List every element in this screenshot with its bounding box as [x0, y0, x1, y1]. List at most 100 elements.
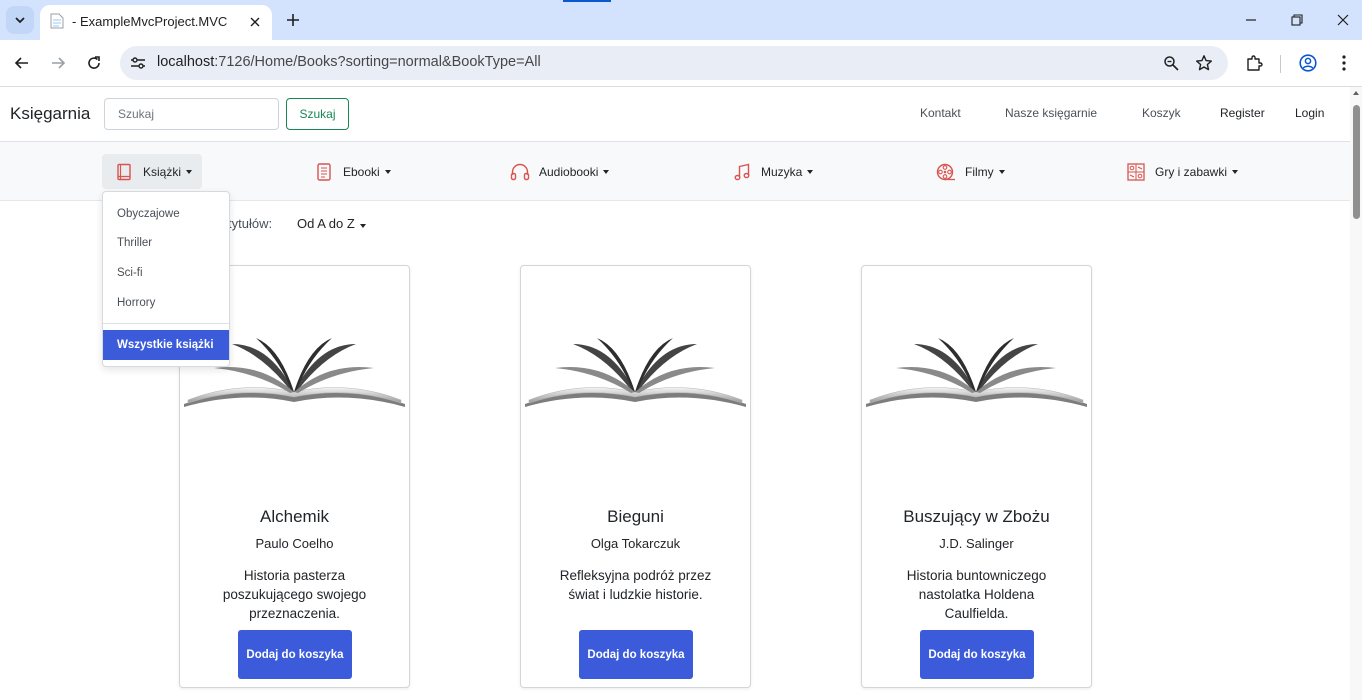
minimize-button[interactable]	[1239, 8, 1263, 32]
url-path: :7126/Home/Books?sorting=normal&BookType…	[214, 54, 541, 70]
caret-down-icon	[998, 169, 1005, 174]
caret-down-icon	[1232, 169, 1239, 174]
browser-tab-strip: - ExampleMvcProject.MVC	[0, 0, 1362, 40]
book-card: Bieguni Olga Tokarczuk Refleksyjna podró…	[520, 265, 751, 688]
book-description: Refleksyjna podróż przez świat i ludzkie…	[559, 568, 712, 602]
minimize-icon	[1246, 19, 1256, 21]
close-icon	[1337, 14, 1349, 26]
add-to-cart-button[interactable]: Dodaj do koszyka	[920, 630, 1034, 679]
extensions-button[interactable]	[1243, 52, 1265, 74]
caret-down-icon	[807, 169, 814, 174]
book-author: J.D. Salinger	[939, 536, 1014, 551]
book-title: Buszujący w Zbożu	[903, 507, 1050, 526]
category-ksiazki[interactable]: Książki	[102, 154, 203, 189]
category-label: Filmy	[965, 164, 994, 179]
restore-button[interactable]	[1285, 8, 1309, 32]
open-book-image	[525, 338, 746, 407]
category-label: Gry i zabawki	[1155, 164, 1228, 179]
book-description: Historia pasterza poszukującego swojego …	[222, 568, 367, 621]
caret-down-icon	[359, 224, 366, 228]
nav-link-login[interactable]: Login	[1295, 106, 1324, 120]
tab-search-button[interactable]	[6, 6, 34, 34]
site-header: Księgarnia Szukaj Kontakt Nasze księgarn…	[0, 87, 1350, 142]
caret-down-icon	[603, 169, 610, 174]
nav-link-register[interactable]: Register	[1220, 106, 1265, 120]
toolbar-separator	[1280, 55, 1281, 73]
page-favicon-icon	[50, 13, 64, 29]
plus-icon	[287, 14, 299, 26]
profile-button[interactable]	[1297, 52, 1319, 74]
book-description: Historia buntowniczego nastolatka Holden…	[906, 568, 1047, 621]
add-to-cart-button[interactable]: Dodaj do koszyka	[579, 630, 693, 679]
category-label: Ebooki	[343, 164, 380, 179]
category-gry-i-zabawki[interactable]: Gry i zabawki	[1114, 154, 1248, 189]
headphones-icon	[510, 162, 530, 182]
site-info-icon[interactable]	[129, 54, 147, 72]
book-title: Bieguni	[607, 507, 664, 526]
address-bar[interactable]: localhost:7126/Home/Books?sorting=normal…	[120, 46, 1228, 80]
tab-close-button[interactable]	[246, 13, 264, 31]
ebook-icon	[314, 162, 334, 182]
restore-icon	[1291, 14, 1303, 26]
dropdown-item-obyczajowe[interactable]: Obyczajowe	[103, 199, 229, 229]
film-reel-icon	[936, 162, 956, 182]
tune-icon	[131, 57, 145, 69]
category-label: Muzyka	[761, 164, 803, 179]
category-ebooki[interactable]: Ebooki	[302, 154, 401, 189]
brand-logo[interactable]: Księgarnia	[10, 104, 90, 124]
book-author: Olga Tokarczuk	[590, 536, 681, 551]
arrow-left-icon	[14, 57, 28, 69]
url-text: localhost:7126/Home/Books?sorting=normal…	[157, 54, 541, 70]
dropdown-item-all-books[interactable]: Wszystkie książki	[103, 330, 229, 360]
sort-value: Od A do Z	[297, 216, 355, 231]
reload-icon	[88, 56, 100, 69]
category-filmy[interactable]: Filmy	[924, 154, 1015, 189]
tab-drag-indicator	[563, 0, 611, 2]
dropdown-divider	[103, 323, 229, 324]
close-window-button[interactable]	[1331, 8, 1355, 32]
nav-link-nasze-ksiegarnie[interactable]: Nasze księgarnie	[1005, 106, 1097, 120]
arrow-right-icon	[52, 57, 66, 69]
puzzle-icon	[1247, 55, 1263, 71]
sort-dropdown-toggle[interactable]: Od A do Z	[297, 216, 366, 231]
page-scrollbar[interactable]	[1350, 87, 1362, 700]
category-audiobooki[interactable]: Audiobooki	[498, 154, 619, 189]
zoom-button[interactable]	[1161, 53, 1181, 73]
category-label: Książki	[143, 164, 182, 179]
scrollbar-thumb[interactable]	[1353, 105, 1360, 219]
dropdown-item-sci-fi[interactable]: Sci-fi	[103, 258, 229, 288]
forward-button[interactable]	[46, 51, 70, 75]
url-host: localhost	[157, 54, 215, 70]
dropdown-item-thriller[interactable]: Thriller	[103, 228, 229, 258]
category-muzyka[interactable]: Muzyka	[720, 154, 823, 189]
search-button[interactable]: Szukaj	[286, 98, 349, 130]
chevron-down-icon	[15, 17, 25, 24]
star-icon	[1196, 55, 1212, 71]
game-icon	[1126, 162, 1146, 182]
zoom-icon	[1164, 56, 1179, 71]
nav-link-kontakt[interactable]: Kontakt	[920, 106, 961, 120]
category-label: Audiobooki	[539, 164, 599, 179]
nav-link-koszyk[interactable]: Koszyk	[1142, 106, 1181, 120]
browser-toolbar: localhost:7126/Home/Books?sorting=normal…	[0, 40, 1362, 87]
browser-tab[interactable]: - ExampleMvcProject.MVC	[40, 5, 272, 40]
back-button[interactable]	[10, 51, 34, 75]
book-card: Buszujący w Zbożu J.D. Salinger Historia…	[861, 265, 1092, 688]
bookmark-button[interactable]	[1194, 53, 1214, 73]
scroll-up-arrow-icon[interactable]	[1353, 91, 1359, 95]
book-icon	[114, 162, 134, 182]
page-viewport: Księgarnia Szukaj Kontakt Nasze księgarn…	[0, 87, 1362, 700]
book-author: Paulo Coelho	[255, 536, 334, 551]
reload-button[interactable]	[82, 51, 106, 75]
open-book-image	[866, 338, 1087, 407]
caret-down-icon	[384, 169, 391, 174]
dropdown-item-horrory[interactable]: Horrory	[103, 288, 229, 318]
kebab-menu-icon	[1342, 55, 1346, 71]
new-tab-button[interactable]	[282, 9, 304, 31]
book-title: Alchemik	[260, 507, 329, 526]
menu-button[interactable]	[1333, 52, 1355, 74]
sort-label: tytułów:	[228, 216, 273, 231]
add-to-cart-button[interactable]: Dodaj do koszyka	[238, 630, 352, 679]
search-input[interactable]	[104, 98, 279, 130]
caret-down-icon	[186, 169, 193, 174]
